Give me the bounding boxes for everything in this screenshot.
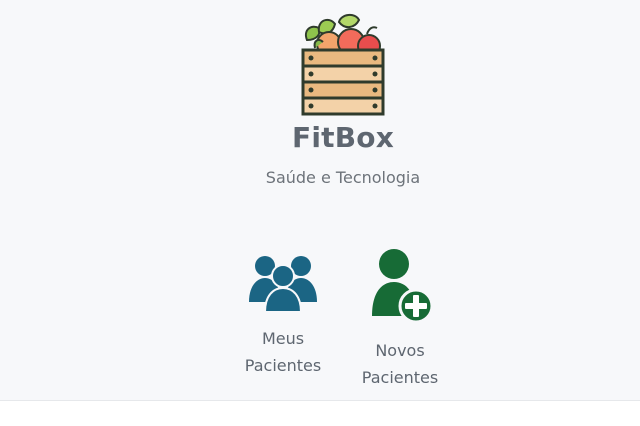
users-group-icon xyxy=(249,256,317,312)
app-title: FitBox xyxy=(292,121,394,154)
novos-pacientes-label: Novos Pacientes xyxy=(361,341,439,387)
fruit-crate-icon xyxy=(299,10,387,116)
bottom-area xyxy=(0,401,640,426)
home-screen: FitBox Saúde e Tecnologia Meus Pacientes xyxy=(0,0,640,401)
user-add-icon xyxy=(372,249,434,324)
meus-pacientes-label: Meus Pacientes xyxy=(244,329,322,375)
novos-pacientes-button[interactable]: Novos Pacientes xyxy=(345,248,455,391)
meus-pacientes-button[interactable]: Meus Pacientes xyxy=(228,248,338,379)
app-subtitle: Saúde e Tecnologia xyxy=(265,168,421,187)
